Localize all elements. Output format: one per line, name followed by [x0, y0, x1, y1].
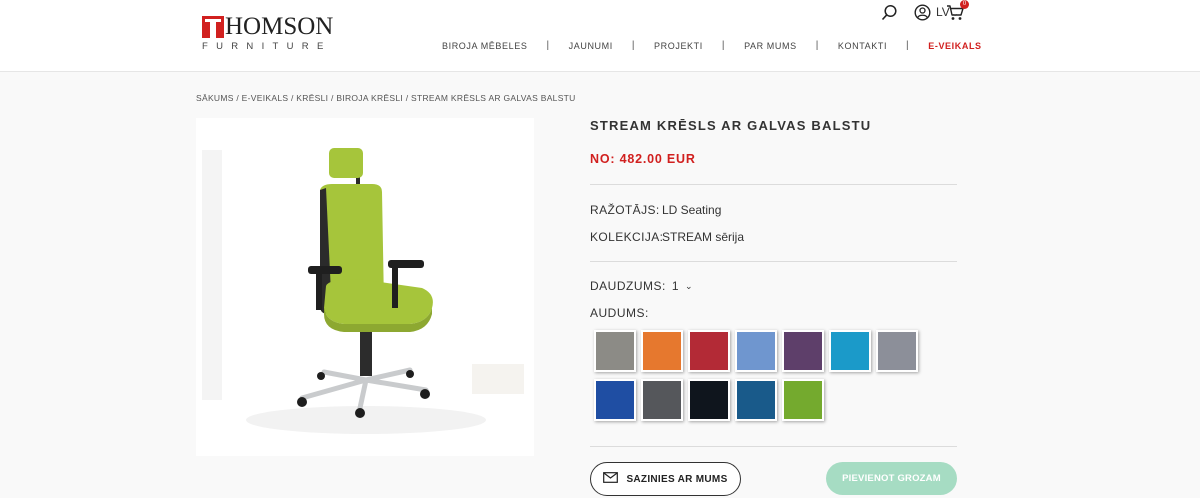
- add-to-cart-button[interactable]: PIEVIENOT GROZAM: [826, 462, 957, 495]
- collection-value: STREAM sērija: [662, 230, 745, 244]
- swatch-color: [643, 381, 681, 419]
- manufacturer-label: RAŽOTĀJS:: [590, 203, 660, 217]
- fabric-swatch[interactable]: [688, 330, 730, 372]
- fabric-swatch[interactable]: [688, 379, 730, 421]
- nav-separator: |: [631, 40, 636, 51]
- search-icon[interactable]: [880, 3, 898, 21]
- fabric-swatch[interactable]: [735, 330, 777, 372]
- collection-label: KOLEKCIJA:: [590, 230, 664, 244]
- fabric-swatch[interactable]: [735, 379, 777, 421]
- quantity-selector[interactable]: DAUDZUMS: 1 ⌄: [590, 279, 957, 293]
- swatch-color: [737, 332, 775, 370]
- swatch-color: [596, 332, 634, 370]
- chevron-down-icon: ⌄: [951, 9, 959, 18]
- swatch-color: [784, 332, 822, 370]
- swatch-color: [690, 381, 728, 419]
- fabric-swatch[interactable]: [641, 379, 683, 421]
- thomson-logo[interactable]: HOMSON FURNITURE: [202, 13, 344, 54]
- nav-item-office-furniture[interactable]: BIROJA MĒBELES: [442, 41, 527, 51]
- quantity-value[interactable]: 1: [672, 279, 679, 293]
- user-icon[interactable]: [913, 3, 931, 21]
- fabric-label: AUDUMS:: [590, 306, 649, 320]
- chevron-down-icon[interactable]: ⌄: [685, 281, 693, 292]
- nav-item-news[interactable]: JAUNUMI: [569, 41, 613, 51]
- product-price: NO: 482.00 EUR: [590, 152, 696, 166]
- swatch-color: [784, 381, 822, 419]
- quantity-label: DAUDZUMS:: [590, 279, 666, 293]
- nav-separator: |: [815, 40, 819, 51]
- fabric-swatch[interactable]: [594, 379, 636, 421]
- product-info: STREAM KRĒSLS AR GALVAS BALSTU NO: 482.0…: [590, 118, 957, 320]
- nav-item-eshop[interactable]: E-VEIKALS: [928, 41, 981, 51]
- nav-item-projects[interactable]: PROJEKTI: [654, 41, 703, 51]
- nav-item-about[interactable]: PAR MUMS: [744, 41, 797, 51]
- contact-us-label: SAZINIES AR MUMS: [626, 473, 728, 485]
- cart-count-badge: 0: [960, 0, 969, 9]
- logo-main-text: HOMSON: [225, 13, 334, 40]
- product-image[interactable]: [196, 118, 534, 456]
- product-title: STREAM KRĒSLS AR GALVAS BALSTU: [590, 118, 872, 133]
- fabric-swatch[interactable]: [782, 379, 824, 421]
- nav-separator: |: [906, 40, 910, 51]
- mail-icon: [603, 472, 619, 486]
- swatch-color: [596, 381, 634, 419]
- breadcrumb[interactable]: SĀKUMS / E-VEIKALS / KRĒSLI / BIROJA KRĒ…: [196, 93, 576, 103]
- fabric-swatch[interactable]: [829, 330, 871, 372]
- language-selector[interactable]: LV ⌄: [936, 5, 959, 19]
- divider: [590, 184, 957, 185]
- chair-illustration: [202, 148, 524, 434]
- fabric-swatch[interactable]: [782, 330, 824, 372]
- contact-us-button[interactable]: SAZINIES AR MUMS: [590, 462, 741, 496]
- logo-sub-text: FURNITURE: [202, 41, 332, 52]
- fabric-swatch[interactable]: [876, 330, 918, 372]
- swatch-color: [690, 332, 728, 370]
- nav-separator: |: [721, 40, 726, 51]
- main-nav: BIROJA MĒBELES | JAUNUMI | PROJEKTI | PA…: [442, 40, 982, 51]
- nav-separator: |: [546, 40, 550, 51]
- site-header: HOMSON FURNITURE 0 LV ⌄ BIROJA MĒBELES | …: [0, 0, 1200, 72]
- logo-t-mark: [202, 16, 224, 38]
- divider: [590, 261, 957, 262]
- swatch-color: [878, 332, 916, 370]
- swatch-color: [737, 381, 775, 419]
- divider: [590, 446, 957, 447]
- spec-manufacturer: RAŽOTĀJS: LD Seating: [590, 203, 957, 217]
- nav-item-contacts[interactable]: KONTAKTI: [838, 41, 887, 51]
- manufacturer-value: LD Seating: [662, 203, 722, 217]
- swatch-color: [643, 332, 681, 370]
- fabric-swatch[interactable]: [641, 330, 683, 372]
- swatch-color: [831, 332, 869, 370]
- fabric-swatch[interactable]: [594, 330, 636, 372]
- language-label: LV: [936, 5, 950, 19]
- spec-collection: KOLEKCIJA: STREAM sērija: [590, 230, 957, 244]
